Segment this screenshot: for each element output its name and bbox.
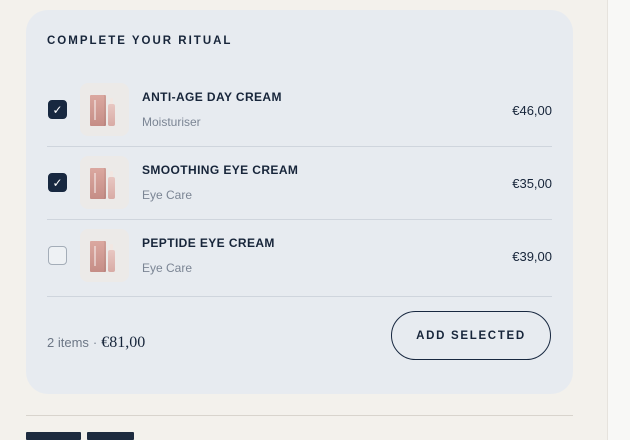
add-selected-button[interactable]: ADD SELECTED — [391, 311, 551, 360]
product-thumbnail — [80, 83, 129, 136]
ritual-item-row[interactable]: ✓ SMOOTHING EYE CREAM Eye Care €35,00 — [47, 147, 552, 220]
product-bottle-image — [108, 98, 115, 126]
product-box-image — [90, 168, 106, 199]
product-price: €39,00 — [512, 249, 552, 264]
product-box-image — [90, 95, 106, 126]
item-checkbox[interactable] — [48, 246, 67, 265]
product-price: €46,00 — [512, 103, 552, 118]
product-bottle-image — [108, 244, 115, 272]
summary-separator: · — [92, 335, 98, 350]
page-divider — [26, 415, 573, 416]
selected-total: €81,00 — [101, 334, 146, 351]
checkmark-icon: ✓ — [52, 175, 63, 190]
product-box-image — [90, 241, 106, 272]
selected-item-count: 2 items — [47, 335, 89, 350]
product-category: Moisturiser — [142, 115, 201, 129]
product-category: Eye Care — [142, 261, 193, 275]
product-bottle-image — [108, 171, 115, 199]
summary-divider — [47, 296, 552, 297]
right-page-edge — [607, 0, 630, 440]
product-thumbnail — [80, 229, 129, 282]
item-checkbox[interactable]: ✓ — [48, 100, 67, 119]
checkmark-icon: ✓ — [52, 102, 63, 117]
product-price: €35,00 — [512, 176, 552, 191]
product-name: SMOOTHING EYE CREAM — [142, 163, 299, 177]
ritual-item-row[interactable]: PEPTIDE EYE CREAM Eye Care €39,00 — [47, 220, 552, 293]
product-name: ANTI-AGE DAY CREAM — [142, 90, 282, 104]
selection-summary: 2 items · €81,00 — [47, 334, 145, 352]
ritual-card: COMPLETE YOUR RITUAL ✓ ANTI-AGE DAY CREA… — [26, 10, 573, 394]
ritual-item-row[interactable]: ✓ ANTI-AGE DAY CREAM Moisturiser €46,00 — [47, 74, 552, 147]
item-checkbox[interactable]: ✓ — [48, 173, 67, 192]
product-category: Eye Care — [142, 188, 193, 202]
product-name: PEPTIDE EYE CREAM — [142, 236, 275, 250]
next-section-heading-fragment — [26, 432, 136, 440]
product-thumbnail — [80, 156, 129, 209]
section-title: COMPLETE YOUR RITUAL — [47, 35, 233, 47]
